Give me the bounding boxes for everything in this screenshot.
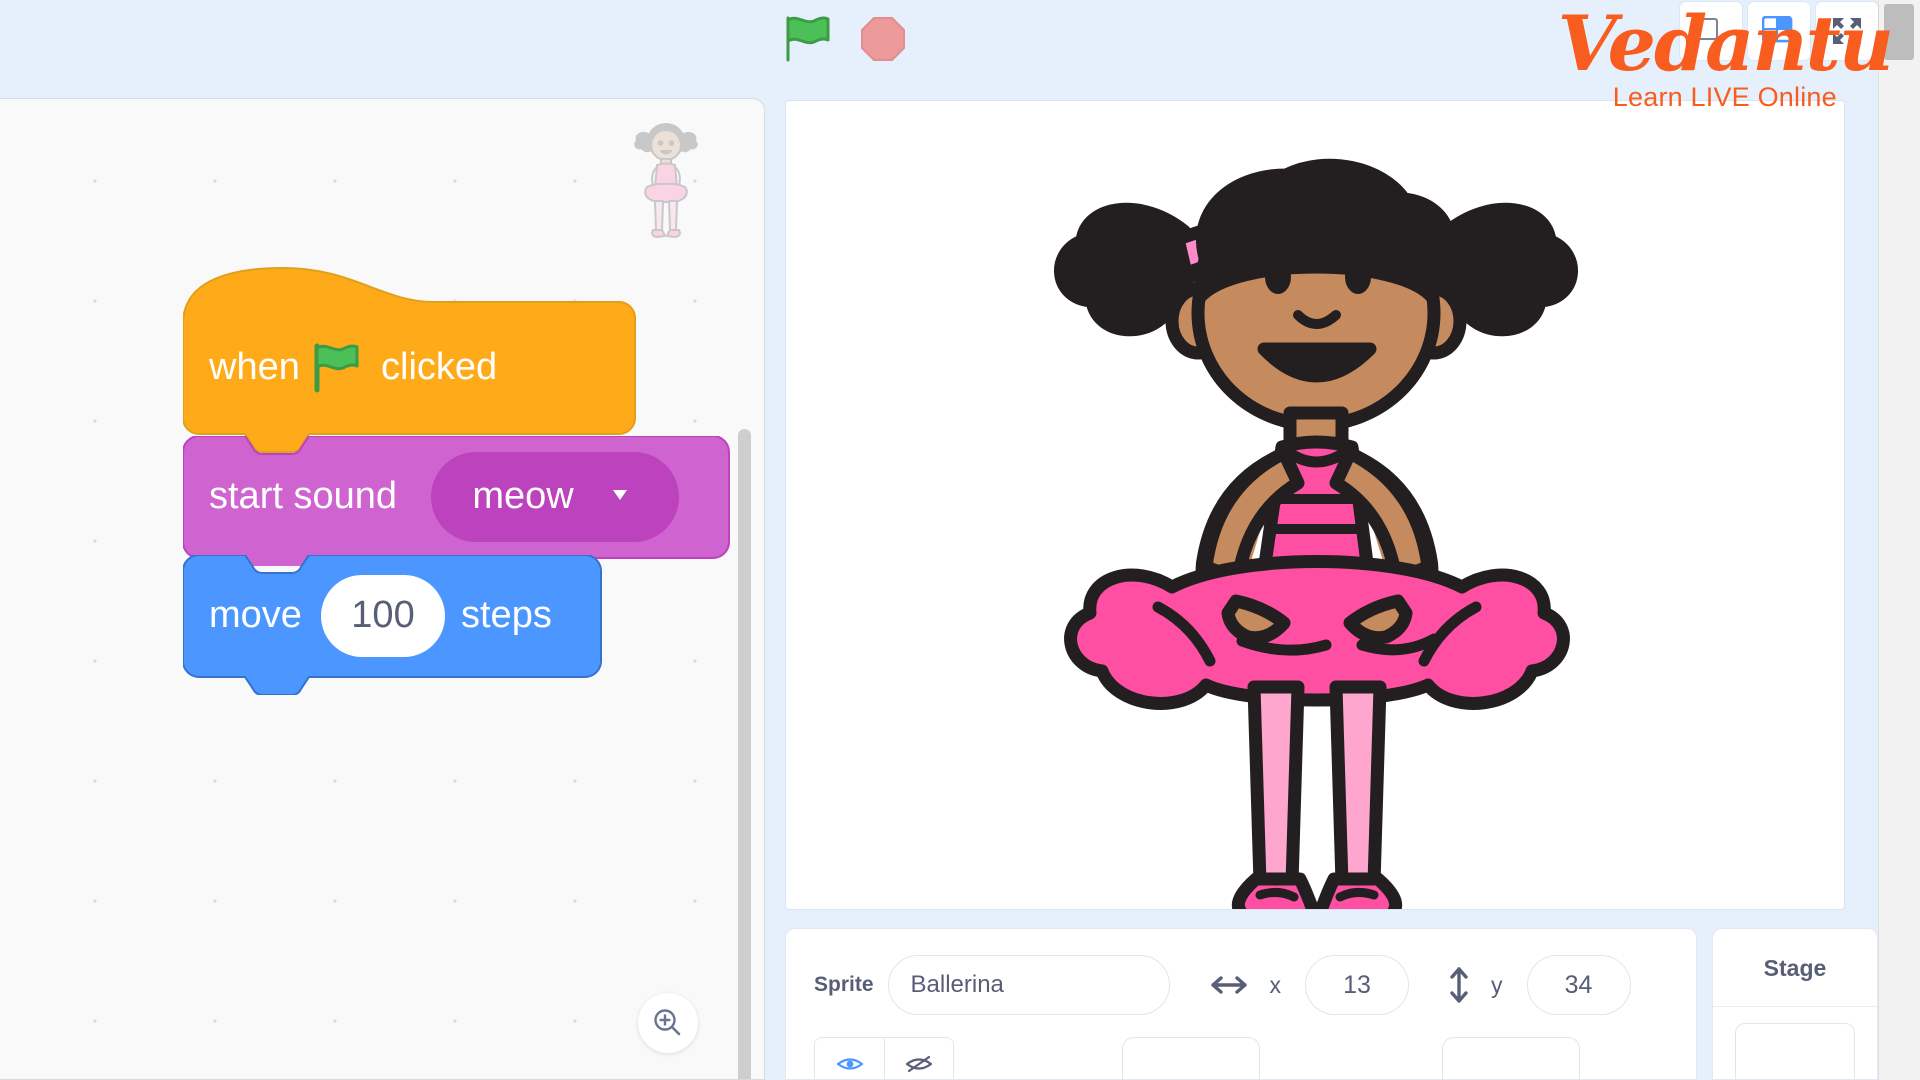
stage-size-controls [1680, 2, 1878, 60]
window-scrollbar-thumb[interactable] [1884, 4, 1914, 60]
block-text-clicked: clicked [381, 346, 497, 388]
move-input-value: 100 [351, 594, 414, 636]
stage-backdrop-thumbnail[interactable] [1735, 1023, 1855, 1079]
block-text-move: move [209, 594, 302, 636]
script-stack[interactable]: when clicked start sound meow move 100 s… [182, 264, 743, 700]
window-scrollbar-track[interactable] [1878, 0, 1920, 1080]
small-stage-button[interactable] [1680, 2, 1742, 60]
sprite-info-row-secondary [786, 1015, 1696, 1079]
sprite-size-input[interactable] [1122, 1037, 1260, 1079]
sprite-direction-input[interactable] [1442, 1037, 1580, 1079]
ballerina-sprite-watermark [634, 123, 698, 238]
sprite-x-input[interactable]: 13 [1305, 955, 1410, 1015]
svg-text:meow: meow [472, 475, 574, 517]
block-text-start-sound: start sound [209, 475, 397, 517]
stage-control-bar [780, 14, 906, 64]
normal-stage-button[interactable] [1748, 2, 1810, 60]
ballerina-sprite[interactable] [786, 101, 1845, 910]
stage-panel-title: Stage [1763, 955, 1827, 981]
fullscreen-button[interactable] [1816, 2, 1878, 60]
block-move-steps[interactable]: move 100 steps [182, 554, 743, 700]
stage-canvas[interactable] [785, 100, 1845, 910]
stop-button[interactable] [860, 16, 906, 62]
y-label: y [1491, 971, 1503, 998]
scratch-editor-window: Vedantu Learn LIVE Online when clicked s… [0, 0, 1920, 1080]
block-text-steps: steps [461, 594, 552, 636]
vertical-arrows-icon [1449, 966, 1469, 1004]
stage-selector-panel[interactable]: Stage [1712, 928, 1878, 1080]
sound-dropdown: meow [431, 452, 679, 542]
sprite-name-input[interactable]: Ballerina [887, 955, 1170, 1015]
sprite-name-value: Ballerina [910, 971, 1004, 998]
green-flag-button[interactable] [780, 14, 832, 64]
eye-hide-icon [906, 1055, 932, 1073]
move-steps-input[interactable]: 100 [321, 575, 445, 657]
sprite-label: Sprite [814, 973, 874, 996]
zoom-in-button[interactable] [638, 993, 698, 1053]
sprite-y-value: 34 [1564, 970, 1593, 999]
show-sprite-button[interactable] [815, 1038, 884, 1079]
sprite-y-input[interactable]: 34 [1526, 955, 1631, 1015]
eye-show-icon [836, 1058, 863, 1070]
zoom-in-icon [654, 1009, 681, 1036]
stage-panel-divider [1713, 1006, 1877, 1007]
zoom-controls [638, 993, 698, 1053]
hide-sprite-button[interactable] [884, 1038, 953, 1079]
block-start-sound[interactable]: start sound meow [182, 435, 743, 571]
block-text-when: when [208, 346, 300, 388]
sprite-x-value: 13 [1343, 970, 1371, 999]
sprite-visibility-toggle[interactable] [814, 1037, 954, 1079]
horizontal-arrows-icon [1210, 975, 1248, 995]
x-label: x [1269, 971, 1282, 998]
sprite-info-row-primary: Sprite Ballerina x 13 y 34 [786, 929, 1696, 1015]
sprite-info-panel: Sprite Ballerina x 13 y 34 [785, 928, 1697, 1080]
code-area-scrollbar[interactable] [738, 429, 751, 1079]
code-workspace[interactable]: when clicked start sound meow move 100 s… [0, 98, 765, 1080]
